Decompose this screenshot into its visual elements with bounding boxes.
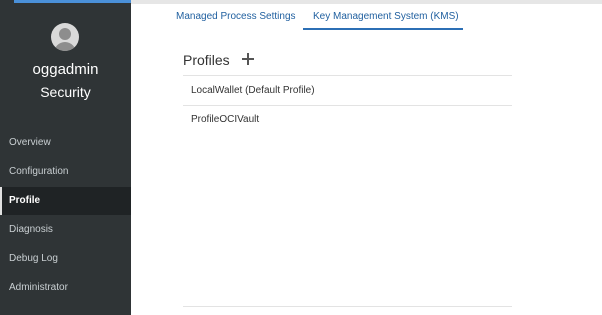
active-tab-underline <box>303 28 463 30</box>
avatar-head <box>59 28 71 40</box>
profile-item-ocivault[interactable]: ProfileOCIVault <box>191 114 259 125</box>
profiles-heading: Profiles <box>183 52 230 68</box>
sidebar-item-profile[interactable]: Profile <box>0 187 131 215</box>
sidebar-item-overview[interactable]: Overview <box>0 129 131 157</box>
plus-icon[interactable] <box>242 53 254 65</box>
username: oggadmin <box>32 61 99 78</box>
tab-managed-process-settings[interactable]: Managed Process Settings <box>176 11 296 29</box>
profile-item-localwallet[interactable]: LocalWallet (Default Profile) <box>191 85 315 96</box>
sidebar-item-diagnosis[interactable]: Diagnosis <box>0 216 131 244</box>
sidebar-item-administrator[interactable]: Administrator <box>0 274 131 302</box>
top-strip <box>131 0 602 4</box>
sidebar-item-configuration[interactable]: Configuration <box>0 158 131 186</box>
tab-key-management-system[interactable]: Key Management System (KMS) <box>313 11 459 29</box>
user-avatar-icon <box>51 23 79 51</box>
sidebar: oggadmin Security Overview Configuration… <box>0 0 131 315</box>
divider <box>183 75 512 76</box>
sidebar-item-debug-log[interactable]: Debug Log <box>0 245 131 273</box>
section-title: Security <box>40 84 91 100</box>
avatar-body <box>54 42 76 51</box>
sidebar-accent-line <box>14 0 131 3</box>
divider <box>183 105 512 106</box>
bottom-divider <box>183 306 512 307</box>
